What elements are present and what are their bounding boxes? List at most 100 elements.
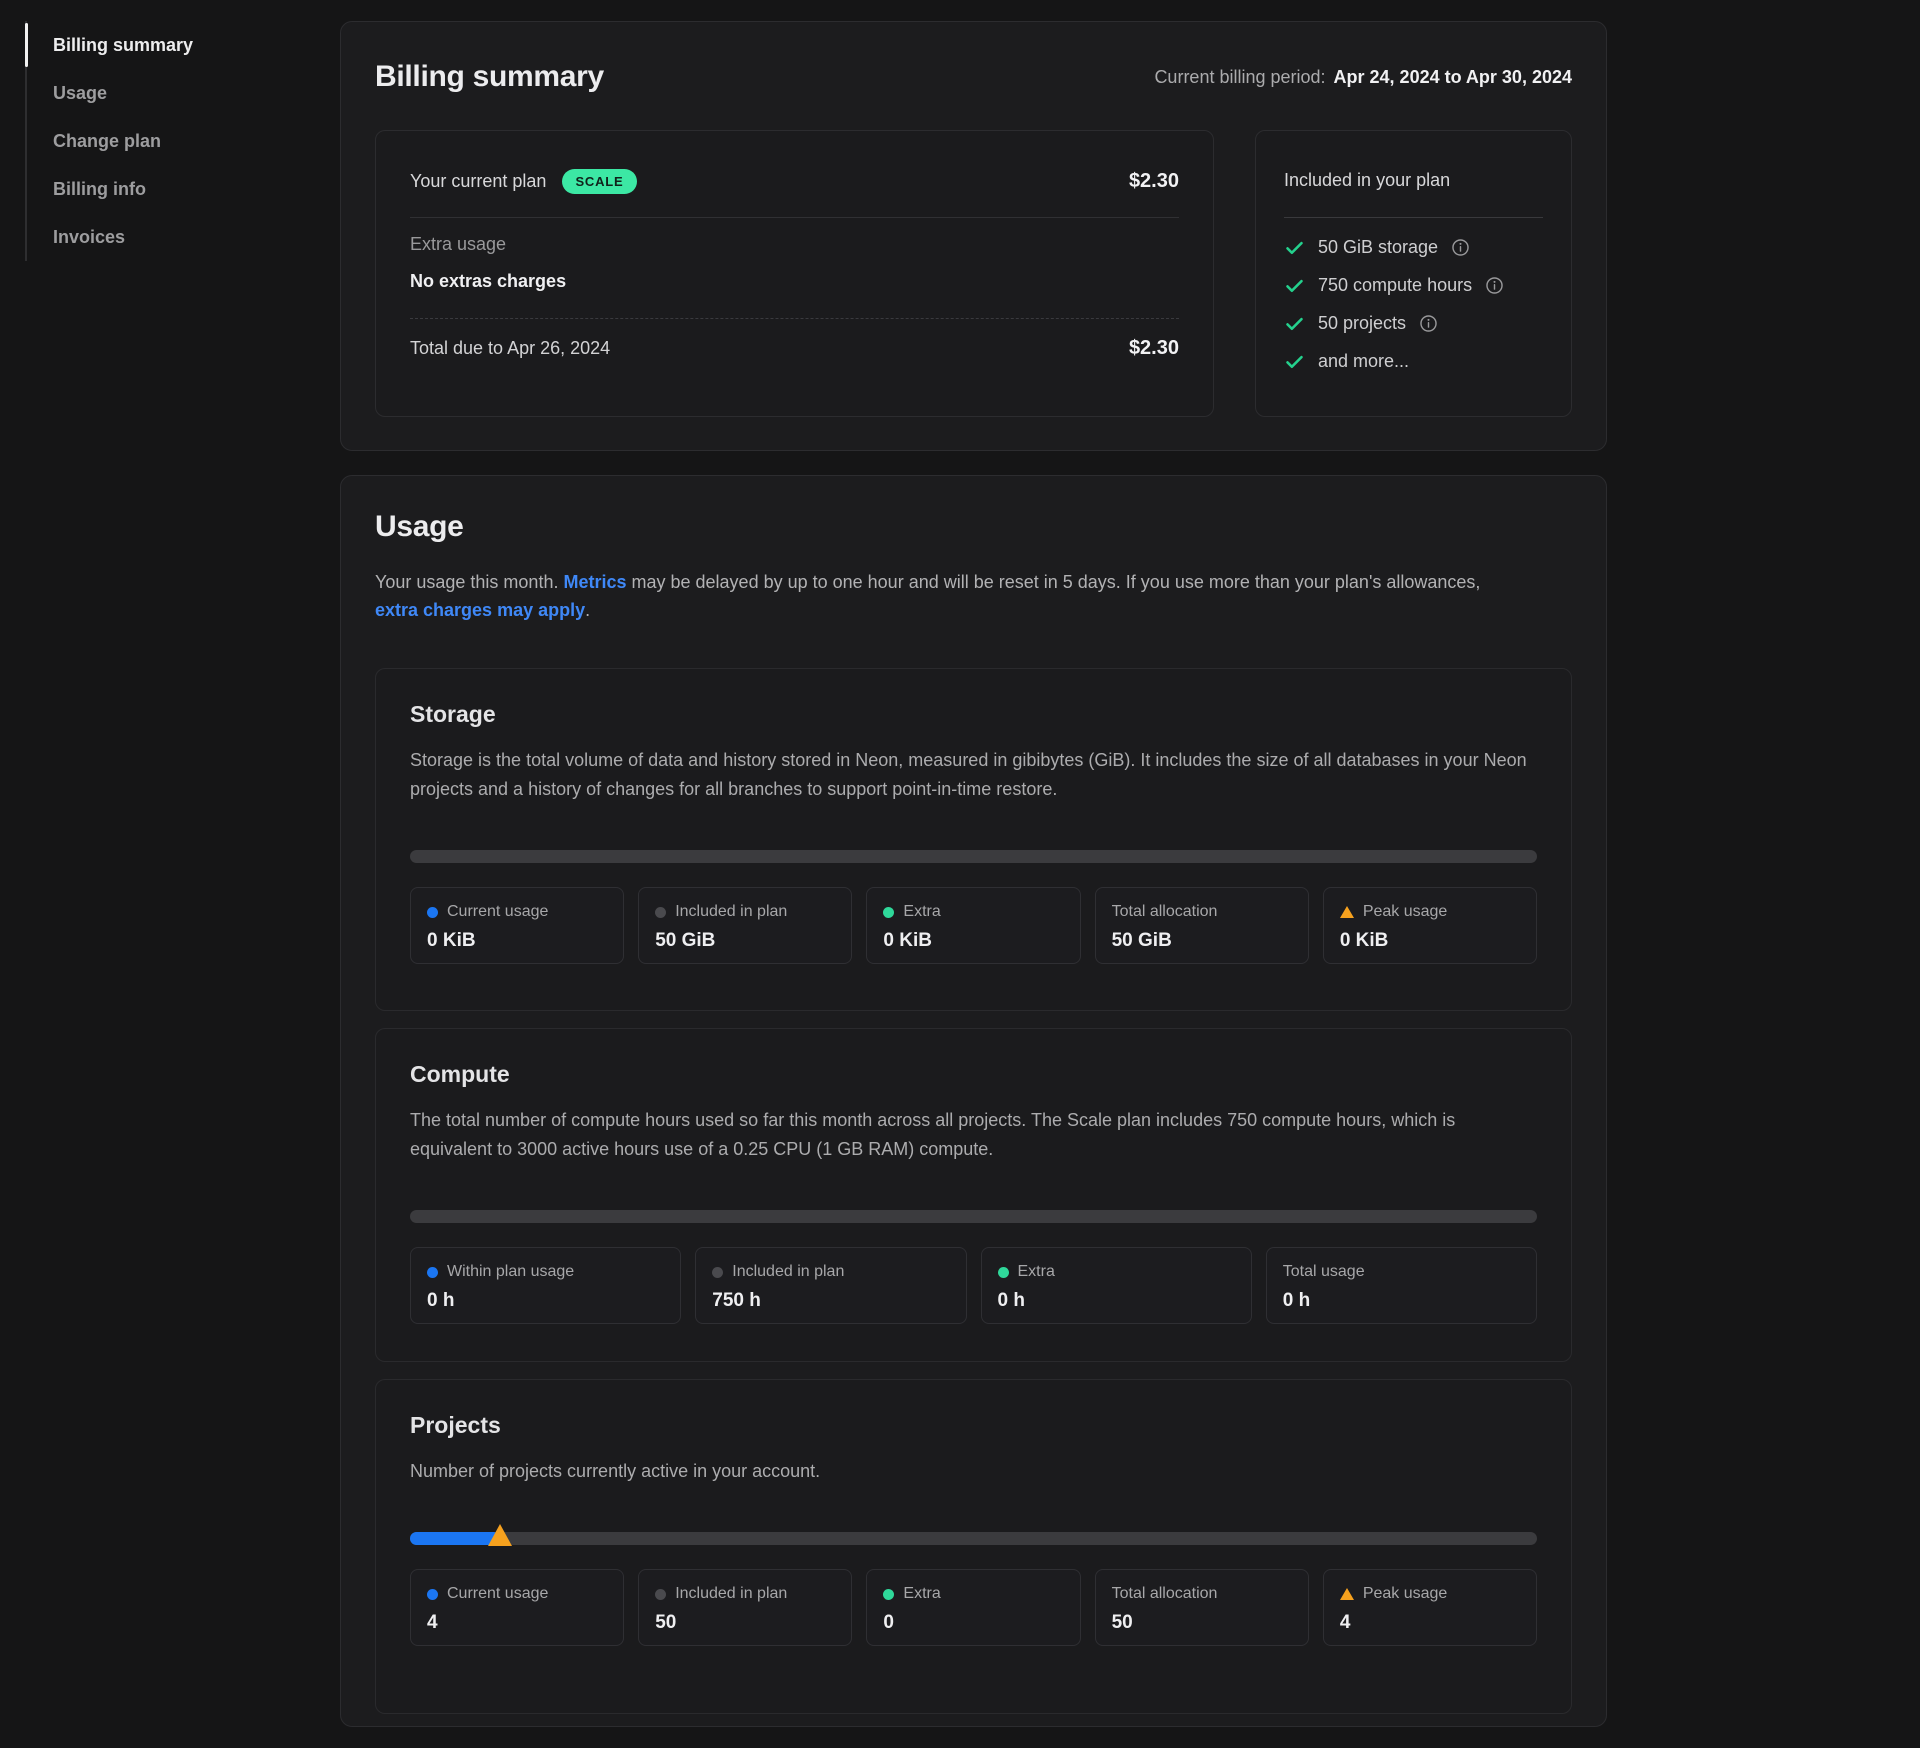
gray-dot-icon (655, 1589, 666, 1600)
usage-card: Usage Your usage this month. Metrics may… (340, 475, 1607, 1727)
usage-intro-text: Your usage this month. (375, 572, 563, 592)
stat-value: 50 (655, 1612, 835, 1634)
plan-summary-panel: Your current plan SCALE $2.30 Extra usag… (375, 130, 1214, 417)
stat-box: Total allocation 50 GiB (1095, 887, 1309, 964)
stat-box: Within plan usage 0 h (410, 1247, 681, 1324)
current-plan-label: Your current plan (410, 171, 546, 192)
sidebar-item[interactable]: Billing info (27, 165, 315, 213)
usage-intro-text: may be delayed by up to one hour and wil… (627, 572, 1481, 592)
plan-amount: $2.30 (1129, 170, 1179, 193)
compute-description: The total number of compute hours used s… (410, 1106, 1537, 1164)
storage-progress-bar (410, 850, 1537, 863)
blue-dot-icon (427, 1589, 438, 1600)
gray-dot-icon (655, 907, 666, 918)
extra-charges-link[interactable]: extra charges may apply (375, 600, 585, 620)
stat-label: Total usage (1283, 1262, 1365, 1282)
stat-value: 4 (1340, 1612, 1520, 1634)
stat-label: Included in plan (675, 1584, 787, 1604)
billing-period-label: Current billing period: (1154, 67, 1325, 87)
included-plan-item: 50 GiB storage (1284, 232, 1543, 262)
stat-label: Current usage (447, 902, 548, 922)
billing-summary-card: Billing summary Current billing period: A… (340, 21, 1607, 451)
included-plan-item: 50 projects (1284, 308, 1543, 338)
projects-title: Projects (410, 1412, 1537, 1439)
stat-value: 0 h (427, 1290, 664, 1312)
stat-label: Extra (1018, 1262, 1055, 1282)
stat-box: Peak usage 4 (1323, 1569, 1537, 1646)
sidebar-item-label: Billing info (53, 179, 146, 199)
storage-stats: Current usage 0 KiB Included in plan 50 … (410, 887, 1537, 964)
storage-section: Storage Storage is the total volume of d… (375, 668, 1572, 1011)
storage-description: Storage is the total volume of data and … (410, 746, 1537, 804)
stat-value: 750 h (712, 1290, 949, 1312)
billing-summary-header: Billing summary Current billing period: A… (375, 60, 1572, 94)
gray-dot-icon (712, 1267, 723, 1278)
sidebar-item[interactable]: Billing summary (27, 21, 315, 69)
compute-title: Compute (410, 1061, 1537, 1088)
green-dot-icon (883, 1589, 894, 1600)
projects-progress-fill (410, 1532, 500, 1545)
stat-box: Total usage 0 h (1266, 1247, 1537, 1324)
stat-label: Extra (903, 1584, 940, 1604)
stat-value: 0 (883, 1612, 1063, 1634)
check-icon (1284, 313, 1305, 334)
blue-dot-icon (427, 1267, 438, 1278)
included-plan-list: 50 GiB storage 750 compute hours (1284, 232, 1543, 376)
compute-progress-bar (410, 1210, 1537, 1223)
divider (410, 217, 1179, 218)
usage-intro-text: . (585, 600, 590, 620)
blue-dot-icon (427, 907, 438, 918)
projects-description: Number of projects currently active in y… (410, 1457, 1537, 1486)
stat-value: 0 KiB (427, 930, 607, 952)
divider (1284, 217, 1543, 218)
included-plan-item-label: 50 GiB storage (1318, 237, 1438, 258)
projects-section: Projects Number of projects currently ac… (375, 1379, 1572, 1714)
stat-box: Peak usage 0 KiB (1323, 887, 1537, 964)
total-due-label: Total due to Apr 26, 2024 (410, 338, 610, 359)
stat-value: 0 h (1283, 1290, 1520, 1312)
stat-label: Extra (903, 902, 940, 922)
stat-value: 4 (427, 1612, 607, 1634)
billing-period-value: Apr 24, 2024 to Apr 30, 2024 (1334, 67, 1572, 87)
stat-value: 0 h (998, 1290, 1235, 1312)
stat-box: Extra 0 h (981, 1247, 1252, 1324)
green-dot-icon (883, 907, 894, 918)
included-plan-item: 750 compute hours (1284, 270, 1543, 300)
total-due-amount: $2.30 (1129, 337, 1179, 360)
stat-value: 50 GiB (1112, 930, 1292, 952)
sidebar-item[interactable]: Usage (27, 69, 315, 117)
info-icon[interactable] (1419, 314, 1438, 333)
usage-intro: Your usage this month. Metrics may be de… (375, 568, 1510, 624)
stat-label: Total allocation (1112, 902, 1218, 922)
included-plan-item-label: 750 compute hours (1318, 275, 1472, 296)
stat-value: 0 KiB (883, 930, 1063, 952)
stat-box: Included in plan 50 (638, 1569, 852, 1646)
stat-box: Extra 0 (866, 1569, 1080, 1646)
orange-triangle-icon (1340, 906, 1354, 918)
stat-label: Current usage (447, 1584, 548, 1604)
stat-box: Current usage 0 KiB (410, 887, 624, 964)
page-title: Billing summary (375, 60, 604, 94)
stat-label: Included in plan (675, 902, 787, 922)
check-icon (1284, 237, 1305, 258)
peak-usage-marker-icon (488, 1524, 512, 1546)
info-icon[interactable] (1485, 276, 1504, 295)
sidebar-item[interactable]: Invoices (27, 213, 315, 261)
stat-box: Included in plan 50 GiB (638, 887, 852, 964)
stat-label: Total allocation (1112, 1584, 1218, 1604)
stat-label: Included in plan (732, 1262, 844, 1282)
extra-usage-value: No extras charges (410, 271, 1179, 292)
metrics-link[interactable]: Metrics (563, 572, 626, 592)
compute-stats: Within plan usage 0 h Included in plan 7… (410, 1247, 1537, 1324)
check-icon (1284, 351, 1305, 372)
included-plan-item-label: 50 projects (1318, 313, 1406, 334)
included-plan-item-label: and more... (1318, 351, 1409, 372)
divider (410, 318, 1179, 319)
sidebar-item[interactable]: Change plan (27, 117, 315, 165)
info-icon[interactable] (1451, 238, 1470, 257)
included-plan-panel: Included in your plan 50 GiB storage (1255, 130, 1572, 417)
stat-box: Total allocation 50 (1095, 1569, 1309, 1646)
billing-nav: Billing summary Usage Change plan Billin… (25, 21, 315, 261)
billing-period: Current billing period: Apr 24, 2024 to A… (1154, 67, 1572, 88)
stat-box: Current usage 4 (410, 1569, 624, 1646)
